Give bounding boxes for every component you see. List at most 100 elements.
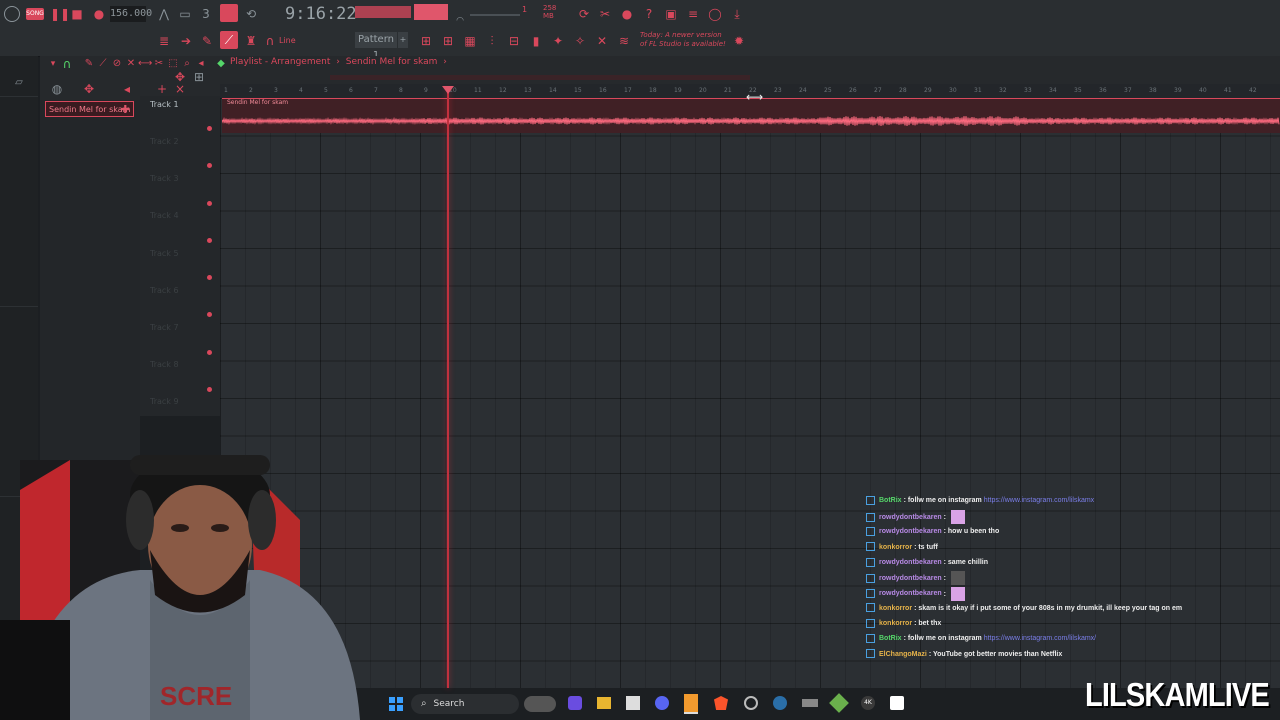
plus-icon[interactable]: ✚	[121, 102, 130, 118]
arrow-right-icon[interactable]: ➔	[179, 34, 193, 48]
chat-username[interactable]: ElChangoMazi	[879, 651, 927, 658]
track-enable-dot[interactable]	[207, 238, 212, 243]
track-name[interactable]: Track 8	[150, 360, 179, 369]
copilot-icon[interactable]	[568, 696, 582, 710]
piano-roll-icon[interactable]: ⊞	[441, 34, 455, 48]
magnet-icon[interactable]: ∩	[263, 34, 277, 48]
time-selection-bar[interactable]	[330, 75, 750, 80]
wait-input-icon[interactable]: ▭	[178, 7, 192, 21]
snap-selector[interactable]: Line	[279, 36, 296, 45]
pencil-icon[interactable]: ✎	[200, 34, 214, 48]
track-name[interactable]: Track 5	[150, 249, 179, 258]
play-icon[interactable]: ❚❚	[50, 7, 70, 21]
plugin-icon[interactable]: ▮	[529, 34, 543, 48]
chat-username[interactable]: rowdydontbekaren	[879, 528, 942, 535]
track-name[interactable]: Track 1	[150, 100, 179, 109]
chat-link[interactable]: https://www.instagram.com/lilskamx	[984, 497, 1094, 504]
chat-username[interactable]: konkorror	[879, 544, 912, 551]
scroll-icon[interactable]: ✥	[82, 82, 96, 96]
pattern-item[interactable]: Sendin Mel for skam ✚	[45, 101, 134, 117]
loop-record-icon[interactable]: ⟲	[244, 7, 258, 21]
script-icon[interactable]: ✕	[595, 34, 609, 48]
chat-username[interactable]: rowdydontbekaren	[879, 590, 942, 597]
add-track-icon[interactable]: +	[155, 82, 169, 96]
track-enable-dot[interactable]	[207, 350, 212, 355]
track-enable-dot[interactable]	[207, 163, 212, 168]
undo-history-icon[interactable]: ⟳	[577, 7, 591, 21]
playhead-marker[interactable]	[442, 86, 454, 94]
4k-icon[interactable]: 4K	[861, 696, 875, 710]
breadcrumb-pattern[interactable]: Sendin Mel for skam	[346, 57, 438, 67]
touch-icon[interactable]: ✦	[551, 34, 565, 48]
track-name[interactable]: Track 4	[150, 211, 179, 220]
arrow-left-icon[interactable]: ◂	[120, 82, 134, 96]
obs-icon[interactable]	[744, 696, 758, 710]
chat-username[interactable]: rowdydontbekaren	[879, 514, 942, 521]
news-icon[interactable]: ≋	[617, 34, 631, 48]
picker-icon[interactable]: ◍	[50, 82, 64, 96]
draw-tool-icon[interactable]: ✎	[82, 57, 96, 71]
app-icon[interactable]	[802, 699, 818, 707]
record-mode-button[interactable]	[220, 4, 238, 22]
track-enable-dot[interactable]	[207, 201, 212, 206]
countdown-icon[interactable]: 3	[199, 7, 213, 21]
slice-tool-icon[interactable]: ✂	[152, 57, 166, 71]
tempo-display[interactable]: 156.000	[110, 6, 152, 22]
delete-tool-icon[interactable]: ⊘	[110, 57, 124, 71]
metronome-icon[interactable]: ⋀	[157, 7, 171, 21]
steam-icon[interactable]	[773, 696, 787, 710]
record-icon[interactable]: ●	[92, 7, 106, 21]
gear-icon[interactable]: ✹	[732, 34, 746, 48]
stamp-icon[interactable]: ♜	[244, 34, 258, 48]
chat-username[interactable]: rowdydontbekaren	[879, 575, 942, 582]
magnet-snap-icon[interactable]: ∩	[60, 57, 74, 71]
taskbar-search[interactable]: ⌕ Search	[411, 694, 519, 714]
track-name[interactable]: Track 2	[150, 137, 179, 146]
fl-studio-icon[interactable]	[684, 694, 698, 714]
paint-tool-button[interactable]: ⟋	[220, 31, 238, 49]
chat-username[interactable]: konkorror	[879, 620, 912, 627]
scroll-cross-icon[interactable]: ✥	[173, 70, 187, 84]
news-ticker[interactable]: Today: A newer version of FL Studio is a…	[640, 31, 730, 51]
playlist-icon[interactable]: ≣	[157, 34, 171, 48]
track-enable-dot[interactable]	[207, 126, 212, 131]
slip-tool-icon[interactable]: ⟷	[138, 57, 152, 71]
chat-username[interactable]: BotRix	[879, 635, 902, 642]
mixer-icon[interactable]: ≡	[686, 7, 700, 21]
browser-icon[interactable]: ⊟	[507, 34, 521, 48]
arrow-down-icon[interactable]: ▾	[46, 57, 60, 71]
folder-icon[interactable]: ▱	[12, 76, 26, 90]
track-name[interactable]: Track 7	[150, 323, 179, 332]
track-enable-dot[interactable]	[207, 387, 212, 392]
chat-icon[interactable]: ◯	[708, 7, 722, 21]
chat-link[interactable]: https://www.instagram.com/lilskamx/	[984, 635, 1096, 642]
mic-icon[interactable]: ●	[620, 7, 634, 21]
file-explorer-icon[interactable]	[597, 697, 611, 709]
grid-icon[interactable]: ⊞	[419, 34, 433, 48]
widget-icon[interactable]	[524, 696, 556, 712]
store-icon[interactable]	[626, 696, 640, 710]
track-name[interactable]: Track 6	[150, 286, 179, 295]
cut-icon[interactable]: ✂	[598, 7, 612, 21]
stop-icon[interactable]: ■	[70, 7, 84, 21]
pattern-add-icon[interactable]: +	[398, 32, 408, 48]
download-icon[interactable]: ⤓	[730, 7, 744, 21]
playback-tool-icon[interactable]: ◂	[194, 57, 208, 71]
breadcrumb-playlist[interactable]: Playlist - Arrangement	[230, 57, 330, 67]
discord-icon[interactable]	[655, 696, 669, 710]
help-icon[interactable]: ?	[642, 7, 656, 21]
song-mode-toggle[interactable]: SONG	[26, 8, 44, 20]
windows-start-icon[interactable]	[389, 696, 403, 711]
pattern-selector[interactable]: Pattern 1	[355, 32, 397, 61]
paint-icon[interactable]: ⟋	[96, 57, 110, 71]
track-enable-dot[interactable]	[207, 312, 212, 317]
tools-icon[interactable]: ✧	[573, 34, 587, 48]
mute-tool-icon[interactable]: ✕	[124, 57, 138, 71]
save-icon[interactable]: ▣	[664, 7, 678, 21]
select-tool-icon[interactable]: ⬚	[166, 57, 180, 71]
close-icon[interactable]: ×	[173, 82, 187, 96]
track-enable-dot[interactable]	[207, 275, 212, 280]
chat-username[interactable]: rowdydontbekaren	[879, 559, 942, 566]
channel-rack-icon[interactable]: ▦	[463, 34, 477, 48]
size-icon[interactable]: ⊞	[192, 70, 206, 84]
